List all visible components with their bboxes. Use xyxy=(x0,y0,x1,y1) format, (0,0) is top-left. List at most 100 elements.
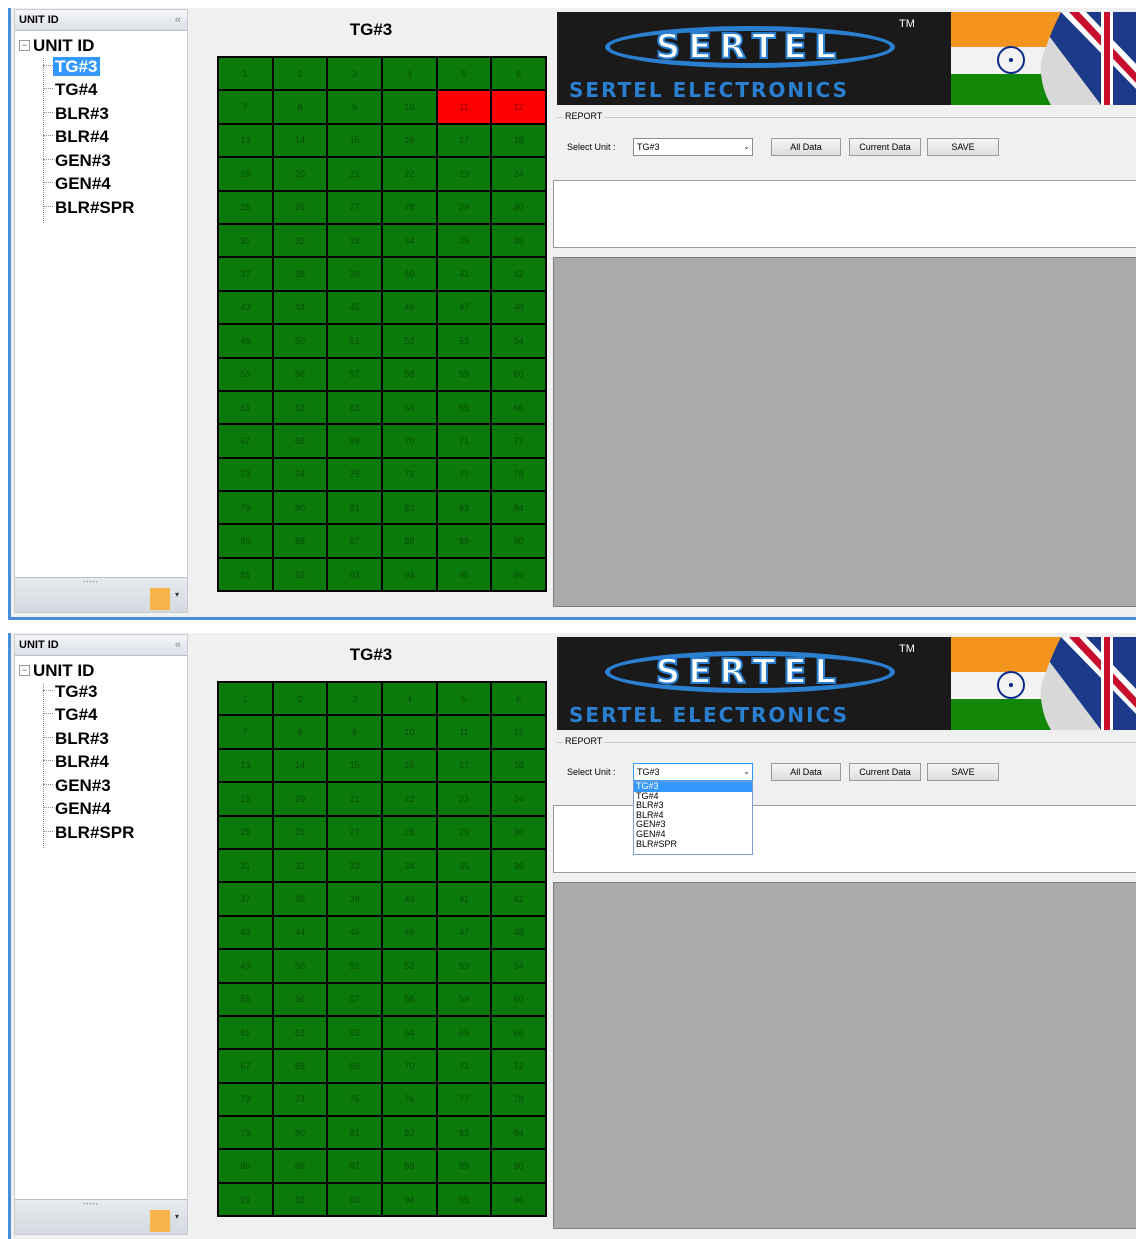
grid-cell[interactable]: 70 xyxy=(383,1050,436,1082)
grid-cell[interactable]: 94 xyxy=(383,558,436,591)
nav-pane-button[interactable] xyxy=(150,1210,170,1232)
grid-cell[interactable]: 95 xyxy=(437,1183,491,1216)
tree-root[interactable]: − UNIT ID xyxy=(19,661,94,683)
grid-cell[interactable]: 68 xyxy=(273,425,327,457)
grid-cell[interactable]: 61 xyxy=(219,391,272,424)
grid-cell[interactable]: 69 xyxy=(328,1050,381,1082)
grid-cell[interactable]: 80 xyxy=(273,1117,327,1149)
grid-cell[interactable]: 74 xyxy=(273,458,327,491)
grid-cell[interactable]: 41 xyxy=(437,883,491,915)
grid-cell[interactable]: 35 xyxy=(437,849,491,882)
grid-cell[interactable]: 72 xyxy=(492,425,545,457)
grid-cell[interactable]: 7 xyxy=(219,91,272,123)
grid-cell[interactable]: 54 xyxy=(492,950,545,982)
grip-icon[interactable]: ••••• xyxy=(83,1202,99,1208)
collapse-node-icon[interactable]: − xyxy=(19,40,30,51)
grid-cell[interactable]: 83 xyxy=(437,1117,491,1149)
report-textbox[interactable] xyxy=(553,180,1136,248)
grid-cell[interactable]: 95 xyxy=(437,558,491,591)
grid-cell[interactable]: 8 xyxy=(273,716,327,748)
grid-cell[interactable]: 1 xyxy=(219,683,272,715)
tree-item-tg4[interactable]: TG#4 xyxy=(43,79,100,101)
grid-cell[interactable]: 25 xyxy=(219,191,272,223)
grid-cell[interactable]: 17 xyxy=(437,749,491,782)
tree-item-gen4[interactable]: GEN#4 xyxy=(43,173,113,195)
grid-cell[interactable]: 89 xyxy=(437,1150,491,1182)
grid-cell[interactable]: 18 xyxy=(492,124,545,157)
grid-cell[interactable]: 47 xyxy=(437,916,491,949)
save-button[interactable]: SAVE xyxy=(927,138,999,156)
grid-cell[interactable]: 51 xyxy=(328,325,381,357)
grid-cell[interactable]: 82 xyxy=(383,492,436,524)
grid-cell[interactable]: 62 xyxy=(273,1016,327,1049)
grid-cell[interactable]: 89 xyxy=(437,525,491,557)
grid-cell[interactable]: 84 xyxy=(492,1117,545,1149)
grid-cell[interactable]: 19 xyxy=(219,158,272,190)
grid-cell[interactable]: 92 xyxy=(273,1183,327,1216)
tree-item-tg3[interactable]: TG#3 xyxy=(43,681,100,703)
grid-cell[interactable]: 14 xyxy=(273,749,327,782)
grid-cell[interactable]: 77 xyxy=(437,458,491,491)
grid-cell[interactable]: 93 xyxy=(328,558,381,591)
grid-cell[interactable]: 28 xyxy=(383,191,436,223)
grid-cell[interactable]: 28 xyxy=(383,816,436,848)
grid-cell[interactable]: 21 xyxy=(328,158,381,190)
grid-cell[interactable]: 12 xyxy=(492,716,545,748)
collapse-node-icon[interactable]: − xyxy=(19,665,30,676)
save-button[interactable]: SAVE xyxy=(927,763,999,781)
grid-cell[interactable]: 79 xyxy=(219,492,272,524)
grid-cell[interactable]: 5 xyxy=(437,58,491,90)
tree-item-tg3[interactable]: TG#3 xyxy=(43,56,100,78)
nav-pane-button[interactable] xyxy=(150,588,170,610)
grid-cell[interactable]: 2 xyxy=(273,683,327,715)
grid-cell[interactable]: 73 xyxy=(219,1083,272,1116)
grid-cell[interactable]: 36 xyxy=(492,224,545,257)
current-data-button[interactable]: Current Data xyxy=(849,763,921,781)
grid-cell[interactable]: 71 xyxy=(437,425,491,457)
grid-cell[interactable]: 42 xyxy=(492,883,545,915)
grid-cell[interactable]: 11 xyxy=(437,716,491,748)
grid-cell[interactable]: 37 xyxy=(219,883,272,915)
grid-cell[interactable]: 2 xyxy=(273,58,327,90)
grid-cell[interactable]: 60 xyxy=(492,983,545,1015)
grid-cell[interactable]: 55 xyxy=(219,358,272,390)
all-data-button[interactable]: All Data xyxy=(771,763,841,781)
grid-cell[interactable]: 40 xyxy=(383,883,436,915)
chevron-down-icon[interactable]: ⌄ xyxy=(743,139,750,155)
grid-cell[interactable]: 52 xyxy=(383,950,436,982)
grid-cell[interactable]: 24 xyxy=(492,783,545,815)
grid-cell[interactable]: 42 xyxy=(492,258,545,290)
grid-cell[interactable]: 44 xyxy=(273,291,327,324)
grid-cell[interactable]: 21 xyxy=(328,783,381,815)
grid-cell[interactable]: 34 xyxy=(383,849,436,882)
grid-cell[interactable]: 86 xyxy=(273,1150,327,1182)
dropdown-option[interactable]: BLR#SPR xyxy=(634,839,752,850)
collapse-icon[interactable]: « xyxy=(175,10,181,30)
grid-cell[interactable]: 88 xyxy=(383,1150,436,1182)
grid-cell[interactable]: 52 xyxy=(383,325,436,357)
grid-cell[interactable]: 73 xyxy=(219,458,272,491)
grid-cell[interactable]: 49 xyxy=(219,325,272,357)
grid-cell[interactable]: 13 xyxy=(219,749,272,782)
select-unit-combo[interactable]: TG#3 ⌄ xyxy=(633,138,753,156)
grid-cell[interactable]: 18 xyxy=(492,749,545,782)
grid-cell[interactable]: 14 xyxy=(273,124,327,157)
grid-cell[interactable]: 55 xyxy=(219,983,272,1015)
grid-cell[interactable]: 96 xyxy=(492,558,545,591)
grid-cell[interactable]: 26 xyxy=(273,191,327,223)
tree-item-gen3[interactable]: GEN#3 xyxy=(43,150,113,172)
grid-cell[interactable]: 41 xyxy=(437,258,491,290)
grid-cell[interactable]: 84 xyxy=(492,492,545,524)
grid-cell[interactable]: 16 xyxy=(383,749,436,782)
grid-cell[interactable]: 44 xyxy=(273,916,327,949)
grid-cell[interactable]: 36 xyxy=(492,849,545,882)
grid-cell[interactable]: 22 xyxy=(383,783,436,815)
grid-cell[interactable]: 70 xyxy=(383,425,436,457)
current-data-button[interactable]: Current Data xyxy=(849,138,921,156)
grid-cell[interactable]: 25 xyxy=(219,816,272,848)
grid-cell[interactable]: 67 xyxy=(219,1050,272,1082)
grid-cell[interactable]: 37 xyxy=(219,258,272,290)
grid-cell[interactable]: 82 xyxy=(383,1117,436,1149)
grid-cell[interactable]: 39 xyxy=(328,258,381,290)
grid-cell[interactable]: 4 xyxy=(383,683,436,715)
